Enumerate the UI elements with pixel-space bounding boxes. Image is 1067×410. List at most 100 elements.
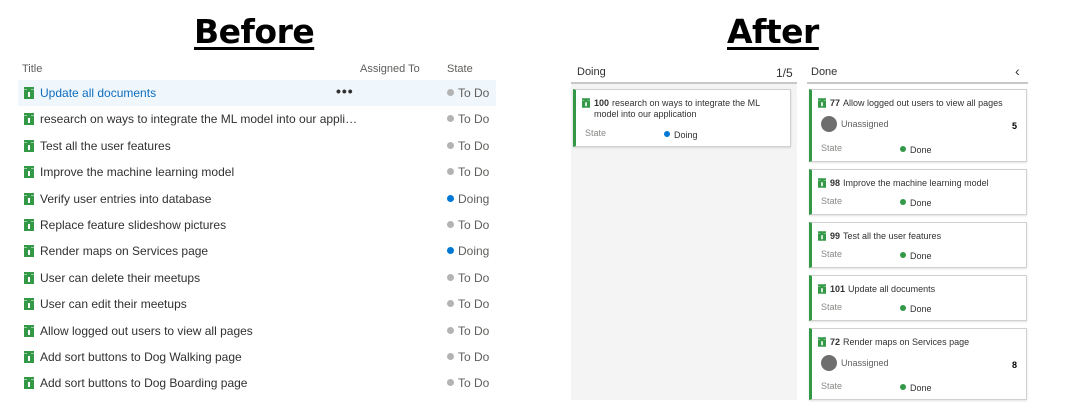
state-dot-icon [447, 194, 454, 202]
product-backlog-item-icon [24, 350, 34, 363]
card-title-text: research on ways to integrate the ML mod… [594, 98, 760, 119]
card-title[interactable]: 99 Test all the user features [830, 231, 1020, 242]
state-dot-icon [447, 326, 454, 334]
work-item-card[interactable]: 98 Improve the machine learning model Stat… [809, 169, 1027, 215]
row-state-label: To Do [458, 165, 490, 180]
row-title[interactable]: Add sort buttons to Dog Boarding page [40, 376, 247, 390]
row-title[interactable]: Render maps on Services page [40, 244, 208, 258]
product-backlog-item-icon [24, 113, 34, 126]
card-state-label: State [585, 128, 607, 138]
card-state-value: Doing [674, 130, 698, 140]
card-state[interactable]: Done [900, 304, 932, 314]
list-row[interactable]: User can edit their meetups To Do [18, 291, 496, 317]
row-title[interactable]: Verify user entries into database [40, 192, 211, 206]
product-backlog-item-icon [24, 377, 34, 390]
work-item-card[interactable]: 99 Test all the user features State Done [809, 222, 1027, 268]
row-title[interactable]: Allow logged out users to view all pages [40, 324, 253, 338]
done-column-divider [807, 82, 1028, 84]
more-actions-button[interactable]: ••• [336, 83, 354, 99]
row-title[interactable]: User can edit their meetups [40, 297, 187, 311]
list-row[interactable]: Replace feature slideshow pictures To Do [18, 212, 496, 238]
card-assigned-to[interactable]: Unassigned [841, 358, 889, 368]
card-state-value: Done [910, 304, 932, 314]
list-row[interactable]: Add sort buttons to Dog Boarding page To … [18, 370, 496, 396]
product-backlog-item-icon [818, 178, 826, 188]
state-dot-icon [900, 384, 906, 390]
work-item-card[interactable]: 101 Update all documents State Done [809, 275, 1027, 321]
row-title[interactable]: Add sort buttons to Dog Walking page [40, 350, 242, 364]
row-state: To Do [447, 112, 489, 126]
product-backlog-item-icon [24, 139, 34, 152]
collapse-chevron-icon[interactable]: ‹ [1015, 63, 1020, 79]
row-state: Doing [447, 192, 489, 206]
list-row[interactable]: Update all documents ••• To Do [18, 80, 496, 107]
row-state: Doing [447, 244, 489, 258]
card-state[interactable]: Done [900, 383, 932, 393]
product-backlog-item-icon [24, 245, 34, 258]
work-item-card[interactable]: 72 Render maps on Services page Unassigned… [809, 328, 1027, 400]
product-backlog-item-icon [818, 337, 826, 347]
state-dot-icon [447, 352, 454, 360]
done-column-header[interactable]: Done [811, 66, 837, 78]
product-backlog-item-icon [818, 231, 826, 241]
card-title-text: Render maps on Services page [843, 337, 970, 347]
row-title[interactable]: Improve the machine learning model [40, 165, 234, 179]
product-backlog-item-icon [24, 192, 34, 205]
card-state[interactable]: Doing [664, 130, 698, 140]
card-state-value: Done [910, 383, 932, 393]
row-state: To Do [447, 297, 489, 311]
card-state-value: Done [910, 251, 932, 261]
list-row[interactable]: Improve the machine learning model To Do [18, 159, 496, 185]
card-assigned-to[interactable]: Unassigned [841, 119, 889, 129]
product-backlog-item-icon [24, 324, 34, 337]
row-state: To Do [447, 271, 489, 285]
product-backlog-item-icon [818, 98, 826, 108]
list-row[interactable]: research on ways to integrate the ML mod… [18, 106, 496, 132]
card-title[interactable]: 100 research on ways to integrate the ML … [594, 98, 784, 120]
list-row[interactable]: User can delete their meetups To Do [18, 265, 496, 291]
list-row[interactable]: Verify user entries into database Doing [18, 186, 496, 212]
unassigned-avatar-icon[interactable] [821, 355, 837, 371]
card-state[interactable]: Done [900, 198, 932, 208]
list-row[interactable]: Add sort buttons to Dog Walking page To D… [18, 344, 496, 370]
card-id: 100 [594, 98, 610, 108]
card-effort: 8 [1011, 360, 1017, 370]
card-state[interactable]: Done [900, 145, 932, 155]
work-item-card[interactable]: 77 Allow logged out users to view all pag… [809, 89, 1027, 162]
card-state[interactable]: Done [900, 251, 932, 261]
list-row[interactable]: Allow logged out users to view all pages… [18, 318, 496, 344]
list-row[interactable]: Render maps on Services page Doing [18, 238, 496, 264]
row-state: To Do [447, 165, 489, 179]
column-header-assigned-to[interactable]: Assigned To [360, 63, 420, 75]
doing-column-header[interactable]: Doing [577, 66, 606, 78]
card-title[interactable]: 72 Render maps on Services page [830, 337, 1020, 348]
row-title[interactable]: Test all the user features [40, 139, 171, 153]
row-state: To Do [447, 218, 489, 232]
row-state-label: To Do [458, 376, 490, 391]
row-state: To Do [447, 324, 489, 338]
row-title[interactable]: Update all documents [40, 86, 156, 100]
row-title[interactable]: research on ways to integrate the ML mod… [40, 112, 358, 126]
row-state-label: To Do [458, 349, 490, 364]
row-state: To Do [447, 376, 489, 390]
state-dot-icon [900, 146, 906, 152]
row-state-label: To Do [458, 112, 490, 127]
work-item-card[interactable]: 100 research on ways to integrate the ML … [573, 89, 791, 147]
column-header-state[interactable]: State [447, 63, 473, 75]
card-title[interactable]: 101 Update all documents [830, 284, 1020, 295]
state-dot-icon [447, 89, 454, 96]
state-dot-icon [664, 131, 670, 137]
row-title[interactable]: User can delete their meetups [40, 271, 200, 285]
card-title[interactable]: 98 Improve the machine learning model [830, 178, 1020, 189]
column-header-title[interactable]: Title [22, 63, 42, 75]
backlog-list: Title Assigned To State Update all docum… [18, 60, 496, 397]
state-dot-icon [447, 168, 454, 176]
row-state: To Do [447, 139, 489, 153]
product-backlog-item-icon [24, 166, 34, 179]
card-title[interactable]: 77 Allow logged out users to view all pag… [830, 98, 1020, 109]
product-backlog-item-icon [24, 218, 34, 231]
card-state-label: State [821, 196, 843, 206]
list-row[interactable]: Test all the user features To Do [18, 133, 496, 159]
row-title[interactable]: Replace feature slideshow pictures [40, 218, 226, 232]
unassigned-avatar-icon[interactable] [821, 116, 837, 132]
